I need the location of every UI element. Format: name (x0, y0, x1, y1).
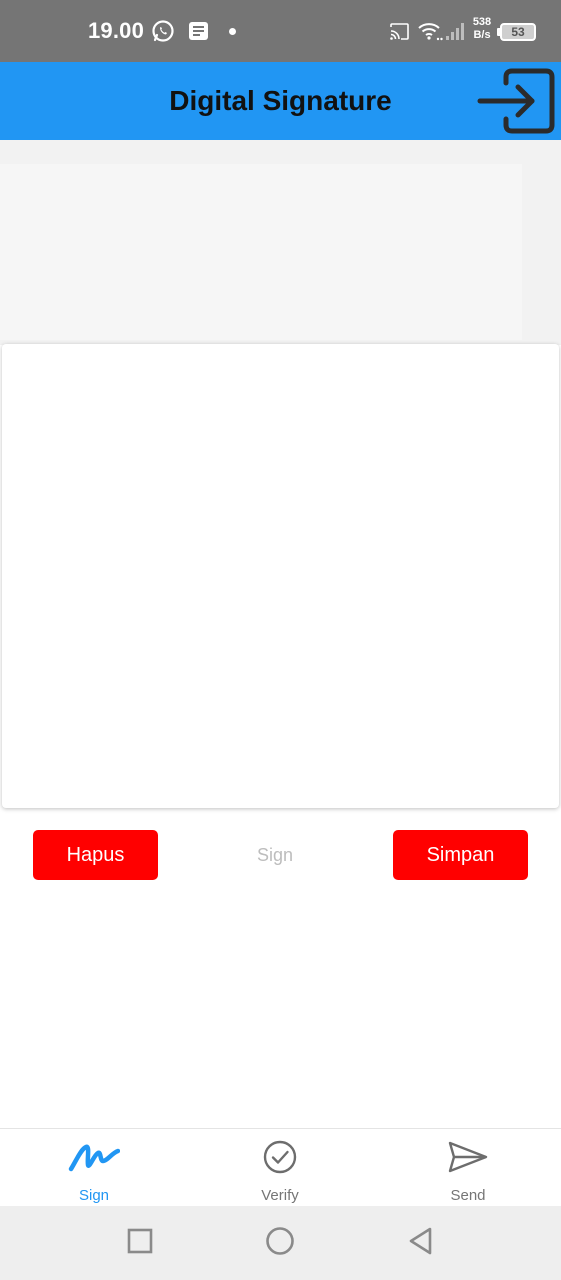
nav-label-send: Send (450, 1187, 486, 1204)
back-triangle-icon[interactable] (406, 1226, 436, 1256)
notification-dot (229, 28, 236, 35)
network-speed: 538 B/s (471, 16, 493, 42)
system-nav-bar (0, 1206, 561, 1280)
login-icon[interactable] (476, 67, 556, 135)
status-bar: 19.00 538 B/s 53 (0, 0, 561, 62)
recents-square-icon[interactable] (126, 1226, 156, 1256)
cast-icon (390, 23, 409, 40)
signature-preview (0, 164, 522, 340)
network-speed-value: 538 (472, 16, 492, 28)
battery-level: 53 (511, 25, 525, 39)
save-button[interactable]: Simpan (393, 830, 528, 880)
whatsapp-icon (152, 20, 174, 42)
signature-pad[interactable] (2, 344, 559, 808)
home-circle-icon[interactable] (264, 1226, 296, 1258)
network-speed-unit: B/s (473, 29, 491, 41)
wifi-icon (418, 23, 443, 41)
nav-item-send[interactable]: Send (398, 1129, 538, 1207)
signal-icon (446, 23, 464, 40)
check-circle-icon (263, 1140, 297, 1174)
battery-icon: 53 (500, 23, 536, 41)
clear-button[interactable]: Hapus (33, 830, 158, 880)
nav-label-sign: Sign (78, 1187, 110, 1204)
send-icon (448, 1141, 488, 1173)
nav-item-sign[interactable]: Sign (24, 1129, 164, 1207)
status-time: 19.00 (88, 18, 145, 43)
sign-hint: Sign (256, 845, 294, 865)
signature-icon (68, 1144, 120, 1172)
nav-label-verify: Verify (261, 1187, 299, 1204)
message-icon (189, 22, 208, 40)
nav-item-verify[interactable]: Verify (210, 1129, 350, 1207)
bottom-navigation: Sign Verify Send (0, 1128, 561, 1206)
app-bar: Digital Signature (0, 62, 561, 140)
